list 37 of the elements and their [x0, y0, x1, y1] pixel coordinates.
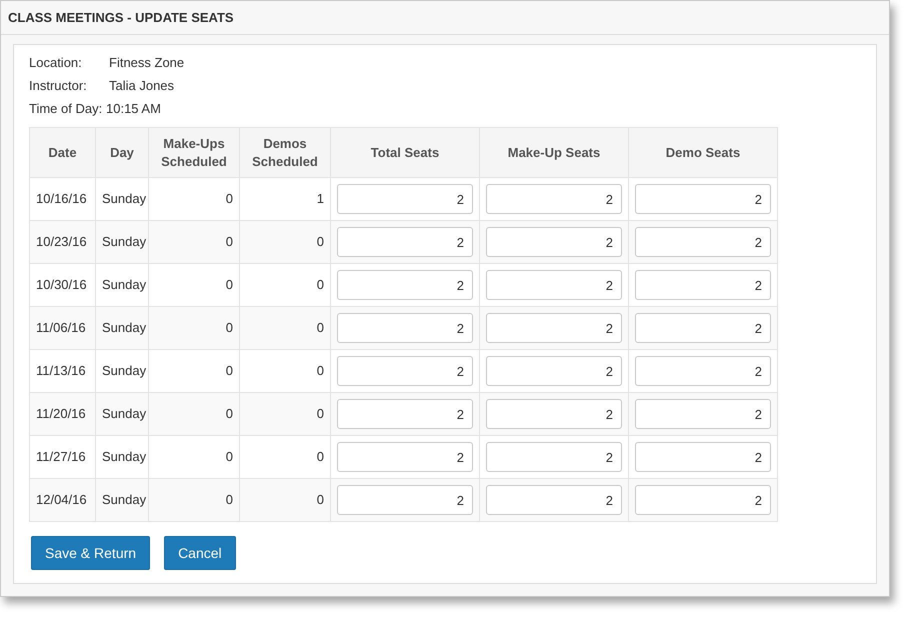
seats-input[interactable]: 2 [337, 442, 473, 472]
save-button[interactable]: Save & Return [31, 536, 150, 570]
seats-input[interactable]: 2 [486, 270, 622, 300]
seats-input[interactable]: 2 [635, 270, 771, 300]
seats-input[interactable]: 2 [337, 227, 473, 257]
seats-input[interactable]: 2 [635, 356, 771, 386]
seats-input[interactable]: 2 [486, 485, 622, 515]
seats-input[interactable]: 2 [635, 485, 771, 515]
seats-input[interactable]: 2 [486, 184, 622, 214]
seats-input[interactable]: 2 [337, 356, 473, 386]
cancel-button[interactable]: Cancel [164, 536, 236, 570]
seats-input[interactable]: 2 [337, 399, 473, 429]
seats-input[interactable]: 2 [635, 227, 771, 257]
field-value: 10:15 AM [106, 100, 161, 118]
seats-input[interactable]: 2 [635, 399, 771, 429]
table-cell: 0 [240, 478, 330, 522]
field-value: Talia Jones [109, 76, 174, 95]
table-cell: 0 [148, 478, 240, 522]
field-label: Time of Day: [29, 100, 104, 118]
table-cell: 12/04/16 [30, 478, 96, 522]
seats-input[interactable]: 2 [635, 442, 771, 472]
field-label: Location: [29, 54, 83, 72]
table-cell: Sunday [96, 478, 148, 522]
window-title: CLASS MEETINGS - UPDATE SEATS [8, 8, 234, 27]
seats-input[interactable]: 2 [486, 442, 622, 472]
seats-input[interactable]: 2 [337, 313, 473, 343]
seats-input[interactable]: 2 [337, 270, 473, 300]
seats-input[interactable]: 2 [486, 313, 622, 343]
field-label: Instructor: [29, 76, 88, 95]
seats-input[interactable]: 2 [486, 356, 622, 386]
field-value: Fitness Zone [109, 54, 184, 72]
seats-input[interactable]: 2 [635, 313, 771, 343]
seats-input[interactable]: 2 [486, 227, 622, 257]
seats-input[interactable]: 2 [635, 184, 771, 214]
seats-input[interactable]: 2 [486, 399, 622, 429]
seats-input[interactable]: 2 [337, 485, 473, 515]
seats-input[interactable]: 2 [337, 184, 473, 214]
